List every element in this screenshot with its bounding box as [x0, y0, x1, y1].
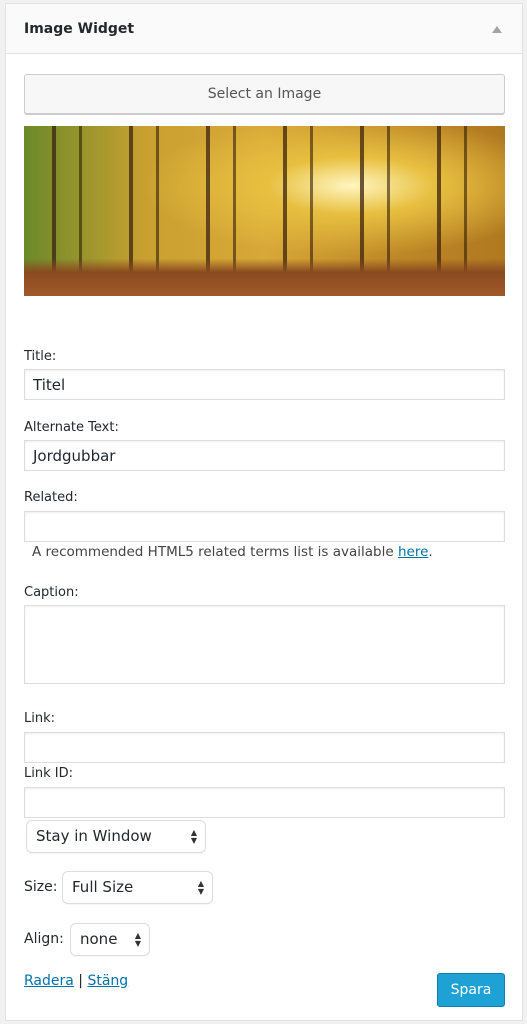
select-image-button[interactable]: Select an Image	[24, 74, 505, 114]
related-help-text: A recommended HTML5 related terms list i…	[32, 544, 433, 560]
image-widget-panel: Image Widget Select an Image Title: Tite…	[5, 3, 523, 1021]
alt-text-input[interactable]: Jordgubbar	[24, 440, 505, 471]
widget-header[interactable]: Image Widget	[6, 4, 522, 54]
updown-arrows-icon: ▲ ▼	[197, 879, 204, 896]
related-label: Related:	[24, 490, 78, 505]
delete-link[interactable]: Radera	[24, 973, 74, 989]
separator: |	[78, 973, 84, 989]
align-label: Align:	[24, 931, 64, 947]
alt-text-label: Alternate Text:	[24, 420, 119, 435]
align-value: none	[80, 930, 118, 948]
title-label: Title:	[24, 349, 57, 364]
close-link[interactable]: Stäng	[87, 973, 128, 989]
title-input[interactable]: Titel	[24, 369, 505, 400]
link-input[interactable]	[24, 732, 505, 763]
related-input[interactable]	[24, 511, 505, 542]
updown-arrows-icon: ▲ ▼	[190, 828, 197, 845]
link-target-value: Stay in Window	[36, 827, 152, 845]
widget-title: Image Widget	[24, 21, 135, 37]
caption-label: Caption:	[24, 585, 79, 600]
collapse-arrow-icon[interactable]	[492, 26, 502, 33]
help-period: .	[428, 544, 433, 560]
size-value: Full Size	[72, 878, 134, 896]
link-id-label: Link ID:	[24, 766, 73, 781]
size-label: Size:	[24, 879, 58, 895]
size-select[interactable]: Full Size ▲ ▼	[62, 871, 213, 904]
link-target-select[interactable]: Stay in Window ▲ ▼	[26, 820, 206, 853]
caption-textarea[interactable]	[24, 605, 505, 684]
here-link[interactable]: here	[398, 544, 428, 560]
link-label: Link:	[24, 711, 56, 726]
align-select[interactable]: none ▲ ▼	[70, 923, 150, 956]
help-text: A recommended HTML5 related terms list i…	[32, 544, 398, 560]
updown-arrows-icon: ▲ ▼	[134, 931, 141, 948]
save-button[interactable]: Spara	[437, 973, 505, 1007]
link-id-input[interactable]	[24, 787, 505, 818]
image-preview	[24, 126, 505, 296]
